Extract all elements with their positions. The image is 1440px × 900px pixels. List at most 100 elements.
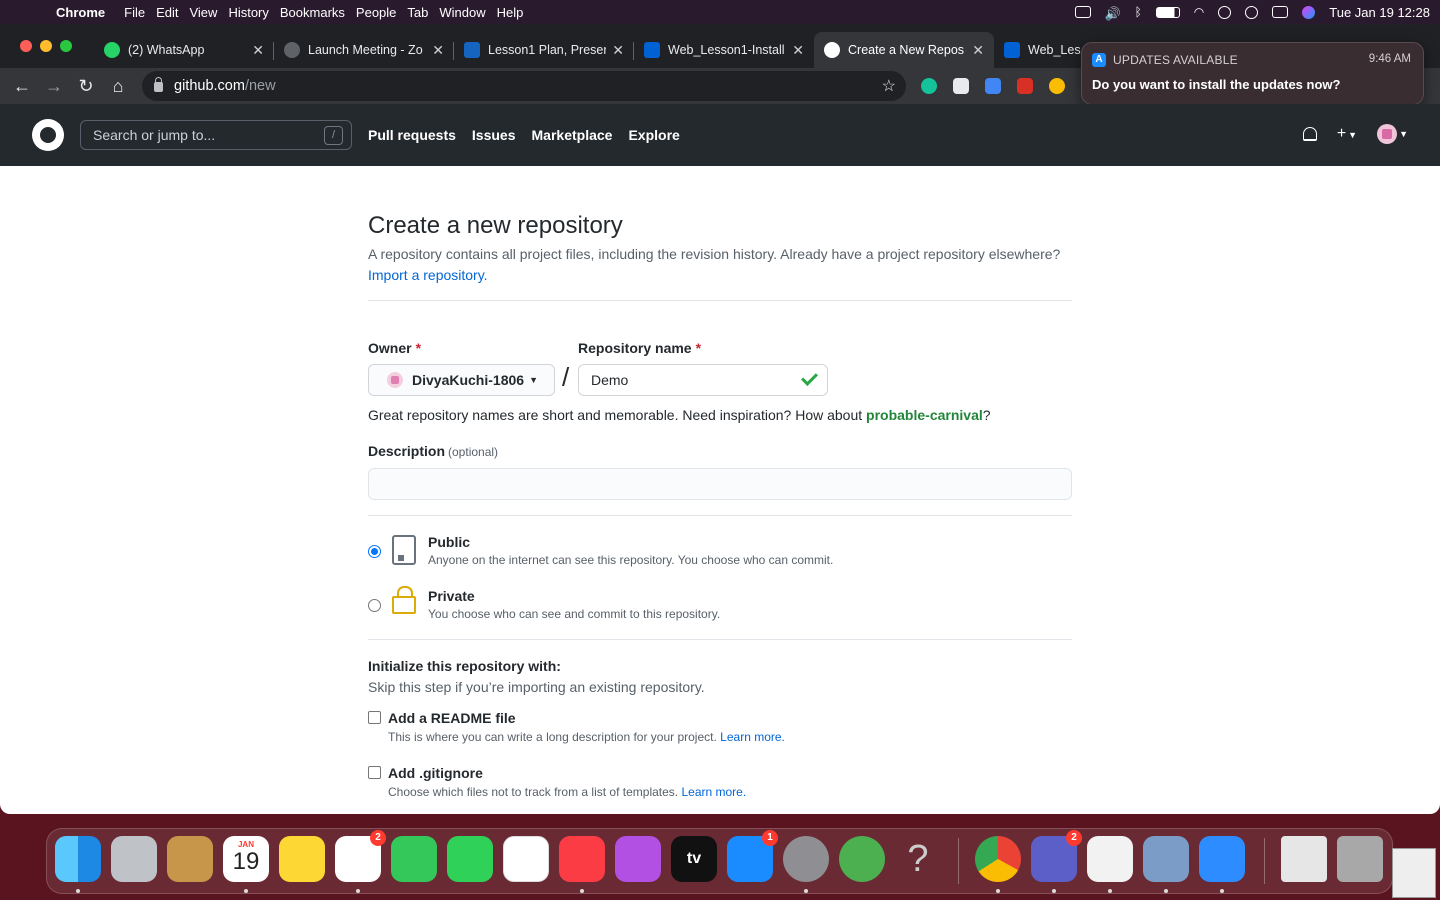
reload-icon[interactable]: ↻ bbox=[74, 74, 98, 98]
menu-bookmarks[interactable]: Bookmarks bbox=[280, 5, 356, 20]
menu-view[interactable]: View bbox=[189, 5, 228, 20]
teams-icon[interactable]: 2 bbox=[1031, 830, 1082, 882]
zoom-status-icon[interactable] bbox=[1074, 6, 1091, 18]
menu-help[interactable]: Help bbox=[497, 5, 535, 20]
private-radio[interactable] bbox=[368, 599, 381, 612]
github-search-input[interactable]: Search or jump to... / bbox=[80, 120, 352, 150]
preview-icon[interactable] bbox=[1143, 836, 1189, 882]
nav-marketplace[interactable]: Marketplace bbox=[532, 127, 613, 143]
textedit-icon[interactable] bbox=[1087, 836, 1133, 882]
tab-zoom-launch-meeting[interactable]: Launch Meeting - Zo ✕ bbox=[274, 32, 454, 68]
question-mark-icon[interactable]: ? bbox=[895, 836, 941, 882]
menu-edit[interactable]: Edit bbox=[156, 5, 189, 20]
tab-create-new-repository[interactable]: Create a New Repos ✕ bbox=[814, 32, 994, 68]
nav-pull-requests[interactable]: Pull requests bbox=[368, 127, 456, 143]
chevron-down-icon: ▼ bbox=[1399, 129, 1408, 139]
wifi-icon[interactable]: ◠ bbox=[1194, 5, 1204, 19]
home-icon[interactable]: ⌂ bbox=[106, 74, 130, 98]
messages-icon[interactable] bbox=[391, 836, 437, 882]
menu-app-name[interactable]: Chrome bbox=[56, 5, 116, 20]
control-center-icon[interactable] bbox=[1272, 6, 1289, 18]
nav-issues[interactable]: Issues bbox=[472, 127, 516, 143]
system-preferences-icon[interactable] bbox=[783, 836, 829, 882]
notifications-bell-icon[interactable] bbox=[1302, 127, 1317, 141]
import-repository-link[interactable]: Import a repository. bbox=[368, 267, 488, 283]
bluetooth-icon[interactable]: ᛒ bbox=[1135, 5, 1142, 19]
zoom-window-button[interactable] bbox=[60, 40, 72, 52]
menubar-clock[interactable]: Tue Jan 19 12:28 bbox=[1329, 5, 1430, 20]
finder-icon[interactable] bbox=[55, 836, 101, 882]
spotlight-search-icon[interactable] bbox=[1245, 5, 1259, 19]
chrome-icon[interactable] bbox=[975, 836, 1021, 882]
podcasts-icon[interactable] bbox=[615, 836, 661, 882]
music-icon[interactable] bbox=[559, 836, 605, 882]
lock-icon[interactable] bbox=[154, 77, 163, 92]
minimized-window-icon[interactable] bbox=[1281, 836, 1327, 882]
gitignore-learn-more-link[interactable]: Learn more. bbox=[681, 785, 746, 799]
app-store-icon[interactable]: 1 bbox=[727, 830, 778, 882]
utility-app-icon[interactable] bbox=[839, 836, 885, 882]
siri-icon[interactable] bbox=[1302, 5, 1316, 19]
menu-file[interactable]: File bbox=[124, 5, 156, 20]
minimize-window-button[interactable] bbox=[40, 40, 52, 52]
readme-learn-more-link[interactable]: Learn more. bbox=[720, 730, 785, 744]
gitignore-checkbox[interactable] bbox=[368, 766, 381, 779]
public-radio[interactable] bbox=[368, 545, 381, 558]
notes-icon[interactable] bbox=[279, 836, 325, 882]
menu-tab[interactable]: Tab bbox=[407, 5, 439, 20]
contacts-icon[interactable] bbox=[167, 836, 213, 882]
time-machine-icon[interactable] bbox=[1218, 5, 1232, 19]
zoom-app-icon[interactable] bbox=[1199, 836, 1245, 882]
visibility-private-option[interactable]: Private You choose who can see and commi… bbox=[368, 586, 1072, 626]
menu-history[interactable]: History bbox=[228, 5, 279, 20]
add-gitignore-option[interactable]: Add .gitignore Choose which files not to… bbox=[368, 765, 1072, 805]
menu-window[interactable]: Window bbox=[439, 5, 496, 20]
calendar-icon[interactable]: JAN 19 bbox=[223, 836, 269, 882]
tab-title: Web_Les bbox=[1028, 43, 1081, 57]
screen-extension-icon[interactable] bbox=[953, 78, 969, 94]
volume-icon[interactable]: 🔊 bbox=[1105, 6, 1121, 21]
grammarly-extension-icon[interactable] bbox=[921, 78, 937, 94]
create-new-menu[interactable]: + ▼ bbox=[1337, 125, 1357, 143]
readme-description: This is where you can write a long descr… bbox=[388, 730, 785, 744]
apple-tv-icon[interactable]: tv bbox=[671, 836, 717, 882]
description-input[interactable] bbox=[368, 468, 1072, 500]
visibility-public-option[interactable]: Public Anyone on the internet can see th… bbox=[368, 532, 1072, 572]
reminders-icon[interactable]: 2 bbox=[335, 830, 386, 882]
address-bar[interactable]: github.com/new ☆ bbox=[142, 71, 906, 101]
close-tab-icon[interactable]: ✕ bbox=[792, 42, 804, 59]
news-icon[interactable] bbox=[503, 836, 549, 882]
check-icon bbox=[800, 368, 818, 388]
facetime-icon[interactable] bbox=[447, 836, 493, 882]
updates-notification[interactable]: A UPDATES AVAILABLE 9:46 AM Do you want … bbox=[1081, 42, 1424, 105]
red-extension-icon[interactable] bbox=[1017, 78, 1033, 94]
tab-whatsapp[interactable]: (2) WhatsApp ✕ bbox=[94, 32, 274, 68]
google-translate-extension-icon[interactable] bbox=[985, 78, 1001, 94]
close-tab-icon[interactable]: ✕ bbox=[972, 42, 984, 59]
suggested-name-link[interactable]: probable-carnival bbox=[866, 407, 983, 423]
yellow-extension-icon[interactable] bbox=[1049, 78, 1065, 94]
trash-icon[interactable] bbox=[1337, 836, 1383, 882]
back-arrow-icon[interactable]: ← bbox=[10, 74, 34, 98]
add-readme-option[interactable]: Add a README file This is where you can … bbox=[368, 710, 1072, 750]
close-tab-icon[interactable]: ✕ bbox=[252, 42, 264, 59]
tab-web-lesson1-install[interactable]: Web_Lesson1-Install ✕ bbox=[634, 32, 814, 68]
menu-people[interactable]: People bbox=[356, 5, 407, 20]
battery-icon[interactable] bbox=[1155, 6, 1180, 18]
readme-checkbox[interactable] bbox=[368, 711, 381, 724]
nav-explore[interactable]: Explore bbox=[628, 127, 679, 143]
user-menu[interactable]: ▼ bbox=[1377, 124, 1408, 144]
owner-select[interactable]: DivyaKuchi-1806 ▼ bbox=[368, 364, 555, 396]
github-logo-icon[interactable] bbox=[32, 119, 64, 151]
close-tab-icon[interactable]: ✕ bbox=[432, 42, 444, 59]
repository-name-input[interactable] bbox=[578, 364, 828, 396]
close-window-button[interactable] bbox=[20, 40, 32, 52]
tab-web-lesson-partial[interactable]: Web_Les bbox=[994, 32, 1094, 68]
forward-arrow-icon[interactable]: → bbox=[42, 74, 66, 98]
desktop-window-thumbnail[interactable] bbox=[1392, 848, 1436, 898]
tab-lesson1-plan[interactable]: Lesson1 Plan, Preser ✕ bbox=[454, 32, 634, 68]
app-store-icon: A bbox=[1092, 53, 1106, 67]
bookmark-star-icon[interactable]: ☆ bbox=[882, 76, 896, 96]
launchpad-icon[interactable] bbox=[111, 836, 157, 882]
close-tab-icon[interactable]: ✕ bbox=[612, 42, 624, 59]
